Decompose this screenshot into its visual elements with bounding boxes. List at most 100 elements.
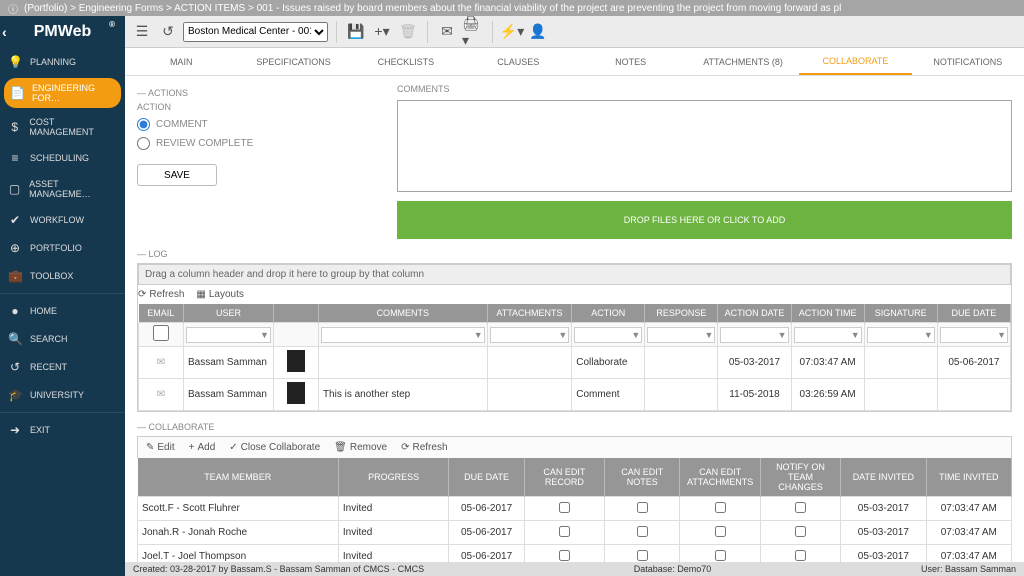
filter-action[interactable] [574,327,642,343]
col-action[interactable]: ACTION [572,304,645,323]
col-action-time[interactable]: ACTION TIME [791,304,864,323]
col-progress[interactable]: PROGRESS [338,458,449,497]
col-can-edit-notes[interactable]: CAN EDIT NOTES [605,458,680,497]
group-drop-area[interactable]: Drag a column header and drop it here to… [138,264,1011,285]
breadcrumb-bar: ⓘ (Portfolio) > Engineering Forms > ACTI… [0,0,1024,16]
close-collaborate-button[interactable]: ✓Close Collaborate [229,442,320,453]
col-date-invited[interactable]: DATE INVITED [841,458,926,497]
created-by: Created: 03-28-2017 by Bassam.S - Bassam… [133,564,424,574]
edit-attachments-checkbox[interactable] [715,526,726,537]
mail-icon[interactable]: ✉ [436,21,458,43]
history-icon[interactable]: ↺ [157,21,179,43]
log-row[interactable]: ✉ Bassam Samman This is another step Com… [139,379,1011,411]
radio-review-complete[interactable]: REVIEW COMPLETE [137,137,367,150]
info-icon[interactable]: ⓘ [8,1,18,16]
log-refresh-button[interactable]: ⟳Refresh [138,289,184,300]
col-time-invited[interactable]: TIME INVITED [926,458,1011,497]
filter-action-time[interactable] [794,327,862,343]
col-can-edit-record[interactable]: CAN EDIT RECORD [524,458,604,497]
sidebar-item-scheduling[interactable]: ≡SCHEDULING [0,144,125,172]
col-can-edit-attachments[interactable]: CAN EDIT ATTACHMENTS [680,458,760,497]
edit-record-checkbox[interactable] [559,550,570,561]
sidebar-item-asset-management[interactable]: ▢ASSET MANAGEME… [0,172,125,206]
sidebar-item-toolbox[interactable]: 💼TOOLBOX [0,262,125,290]
filter-action-date[interactable] [720,327,788,343]
sidebar-item-planning[interactable]: 💡PLANNING [0,48,125,76]
col-due-date[interactable]: DUE DATE [937,304,1010,323]
file-dropzone[interactable]: DROP FILES HERE OR CLICK TO ADD [397,201,1012,239]
col-avatar[interactable] [273,304,318,323]
briefcase-icon: 💼 [8,269,22,283]
col-signature[interactable]: SIGNATURE [864,304,937,323]
trash-icon[interactable]: 🗑 [397,21,419,43]
tab-main[interactable]: MAIN [125,48,237,75]
tab-notifications[interactable]: NOTIFICATIONS [912,48,1024,75]
sidebar-item-recent[interactable]: ↺RECENT [0,353,125,381]
notify-checkbox[interactable] [795,550,806,561]
tab-attachments[interactable]: ATTACHMENTS (8) [687,48,799,75]
edit-notes-checkbox[interactable] [637,526,648,537]
filter-attachments[interactable] [490,327,570,343]
edit-record-checkbox[interactable] [559,502,570,513]
sidebar-item-exit[interactable]: ➜EXIT [0,416,125,444]
log-layouts-button[interactable]: ▦Layouts [196,289,243,300]
save-icon[interactable]: 💾 [345,21,367,43]
tab-clauses[interactable]: CLAUSES [462,48,574,75]
col-user[interactable]: USER [183,304,273,323]
sidebar-item-university[interactable]: 🎓UNIVERSITY [0,381,125,409]
edit-attachments-checkbox[interactable] [715,550,726,561]
user-icon[interactable]: 👤 [527,21,549,43]
sidebar-item-engineering-forms[interactable]: 📄ENGINEERING FOR… [4,78,121,108]
col-due-date[interactable]: DUE DATE [449,458,524,497]
notify-checkbox[interactable] [795,526,806,537]
collab-refresh-button[interactable]: ⟳Refresh [401,442,447,453]
col-response[interactable]: RESPONSE [645,304,718,323]
col-attachments[interactable]: ATTACHMENTS [487,304,572,323]
tab-collaborate[interactable]: COLLABORATE [799,48,911,75]
back-icon[interactable]: ‹ [2,24,7,40]
comments-textarea[interactable] [397,100,1012,192]
sidebar-item-portfolio[interactable]: ⊕PORTFOLIO [0,234,125,262]
edit-record-checkbox[interactable] [559,526,570,537]
filter-due-date[interactable] [940,327,1008,343]
col-team-member[interactable]: TEAM MEMBER [138,458,339,497]
save-button[interactable]: SAVE [137,164,217,186]
list-icon[interactable]: ☰ [131,21,153,43]
col-notify-on-team-changes[interactable]: NOTIFY ON TEAM CHANGES [760,458,840,497]
bolt-icon[interactable]: ⚡▾ [501,21,523,43]
edit-notes-checkbox[interactable] [637,550,648,561]
tab-checklists[interactable]: CHECKLISTS [350,48,462,75]
edit-attachments-checkbox[interactable] [715,502,726,513]
recent-icon: ↺ [8,360,22,374]
remove-button[interactable]: 🗑Remove [334,442,387,453]
collab-row[interactable]: Jonah.R - Jonah Roche Invited 05-06-2017… [138,521,1012,545]
filter-comments[interactable] [321,327,485,343]
mail-icon[interactable]: ✉ [157,357,165,368]
mail-icon[interactable]: ✉ [157,389,165,400]
col-action-date[interactable]: ACTION DATE [718,304,791,323]
record-select[interactable]: Boston Medical Center - 001 - Issues [183,22,328,42]
select-all-checkbox[interactable] [141,325,181,341]
print-icon[interactable]: 🖨▾ [462,21,484,43]
log-row[interactable]: ✉ Bassam Samman Collaborate 05-03-2017 0… [139,347,1011,379]
filter-signature[interactable] [867,327,935,343]
notify-checkbox[interactable] [795,502,806,513]
add-icon[interactable]: +▾ [371,21,393,43]
filter-response[interactable] [647,327,715,343]
tab-specifications[interactable]: SPECIFICATIONS [237,48,349,75]
tab-notes[interactable]: NOTES [575,48,687,75]
filter-user[interactable] [186,327,271,343]
edit-notes-checkbox[interactable] [637,502,648,513]
sidebar-item-home[interactable]: ●HOME [0,297,125,325]
radio-comment[interactable]: COMMENT [137,118,367,131]
collab-row[interactable]: Scott.F - Scott Fluhrer Invited 05-06-20… [138,497,1012,521]
sidebar-item-search[interactable]: 🔍SEARCH [0,325,125,353]
layouts-icon: ▦ [196,289,205,300]
sidebar-item-cost-management[interactable]: $COST MANAGEMENT [0,110,125,144]
col-email[interactable]: EMAIL [139,304,184,323]
add-button[interactable]: +Add [189,442,216,453]
edit-button[interactable]: ✎Edit [146,442,175,453]
sidebar-item-workflow[interactable]: ✔WORKFLOW [0,206,125,234]
collab-row[interactable]: Joel.T - Joel Thompson Invited 05-06-201… [138,545,1012,563]
col-comments[interactable]: COMMENTS [318,304,487,323]
